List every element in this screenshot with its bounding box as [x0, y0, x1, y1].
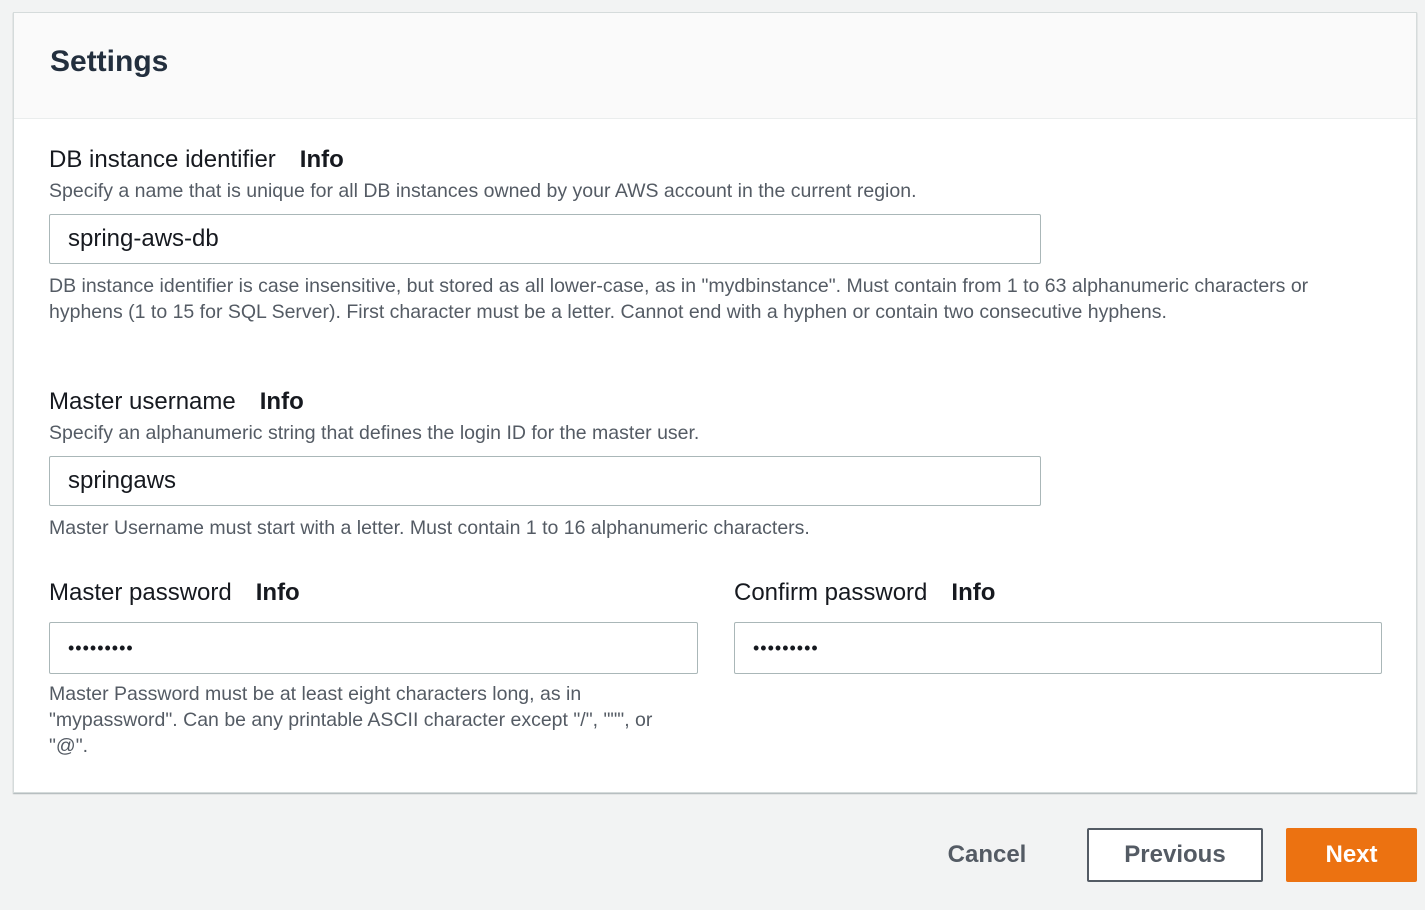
page: Settings DB instance identifier Info Spec…: [0, 0, 1425, 910]
master-username-constraint: Master Username must start with a letter…: [49, 517, 810, 539]
panel-header: [14, 13, 1416, 119]
db-identifier-label-row: DB instance identifier Info: [49, 146, 344, 174]
cancel-button[interactable]: Cancel: [920, 828, 1054, 882]
master-username-label: Master username: [49, 388, 236, 415]
db-identifier-info-link[interactable]: Info: [300, 146, 344, 173]
master-username-label-row: Master username Info: [49, 388, 304, 416]
master-password-label-row: Master password Info: [49, 579, 300, 607]
master-password-info-link[interactable]: Info: [256, 579, 300, 606]
next-button[interactable]: Next: [1286, 828, 1417, 882]
previous-button[interactable]: Previous: [1087, 828, 1263, 882]
master-username-info-link[interactable]: Info: [260, 388, 304, 415]
master-password-label: Master password: [49, 579, 232, 606]
master-password-constraint: Master Password must be at least eight c…: [49, 683, 653, 757]
confirm-password-input[interactable]: [734, 622, 1382, 674]
db-identifier-label: DB instance identifier: [49, 146, 276, 173]
db-identifier-description: Specify a name that is unique for all DB…: [49, 180, 917, 202]
db-identifier-input[interactable]: [49, 214, 1041, 264]
panel-title: Settings: [50, 45, 169, 78]
master-username-description: Specify an alphanumeric string that defi…: [49, 422, 700, 444]
confirm-password-label: Confirm password: [734, 579, 928, 606]
master-password-input[interactable]: [49, 622, 698, 674]
db-identifier-constraint: DB instance identifier is case insensiti…: [49, 275, 1309, 323]
confirm-password-info-link[interactable]: Info: [951, 579, 995, 606]
confirm-password-label-row: Confirm password Info: [734, 579, 995, 607]
master-username-input[interactable]: [49, 456, 1041, 506]
